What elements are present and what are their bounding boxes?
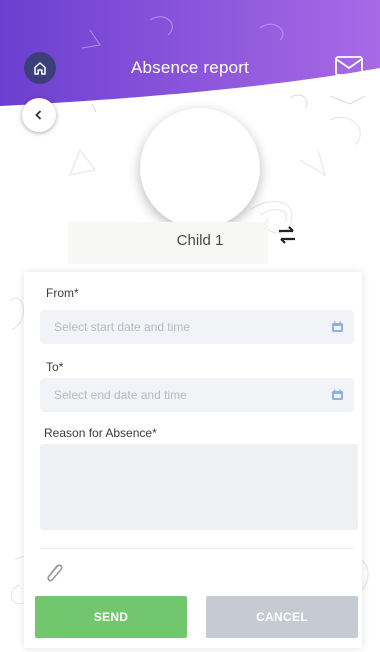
end-date-field[interactable]: [40, 378, 354, 412]
send-button[interactable]: SEND: [35, 596, 187, 638]
child-avatar: [140, 108, 260, 228]
reason-label: Reason for Absence*: [44, 426, 157, 440]
reason-textarea[interactable]: [40, 444, 358, 530]
calendar-icon[interactable]: [331, 321, 344, 333]
page-title: Absence report: [130, 58, 250, 77]
back-button[interactable]: [22, 98, 56, 132]
child-name: Child 1: [176, 232, 224, 249]
absence-report-screen: Absence report Child 1 From* Select star…: [0, 0, 380, 652]
swap-arrows-icon[interactable]: [276, 224, 298, 246]
mail-icon[interactable]: [333, 54, 367, 80]
chevron-left-icon: [35, 110, 42, 120]
start-date-input[interactable]: [40, 310, 334, 344]
app-header: Absence report: [0, 0, 380, 112]
absence-form-card: From* To* Reason for Absence*: [24, 272, 362, 648]
header-wave-background: [0, 0, 380, 112]
cancel-button[interactable]: CANCEL: [206, 596, 358, 638]
calendar-icon[interactable]: [331, 389, 344, 401]
start-date-field[interactable]: [40, 310, 354, 344]
paperclip-icon[interactable]: [42, 560, 66, 586]
divider: [40, 548, 354, 549]
from-label: From*: [46, 286, 79, 300]
to-label: To*: [46, 360, 64, 374]
end-date-input[interactable]: [40, 378, 334, 412]
